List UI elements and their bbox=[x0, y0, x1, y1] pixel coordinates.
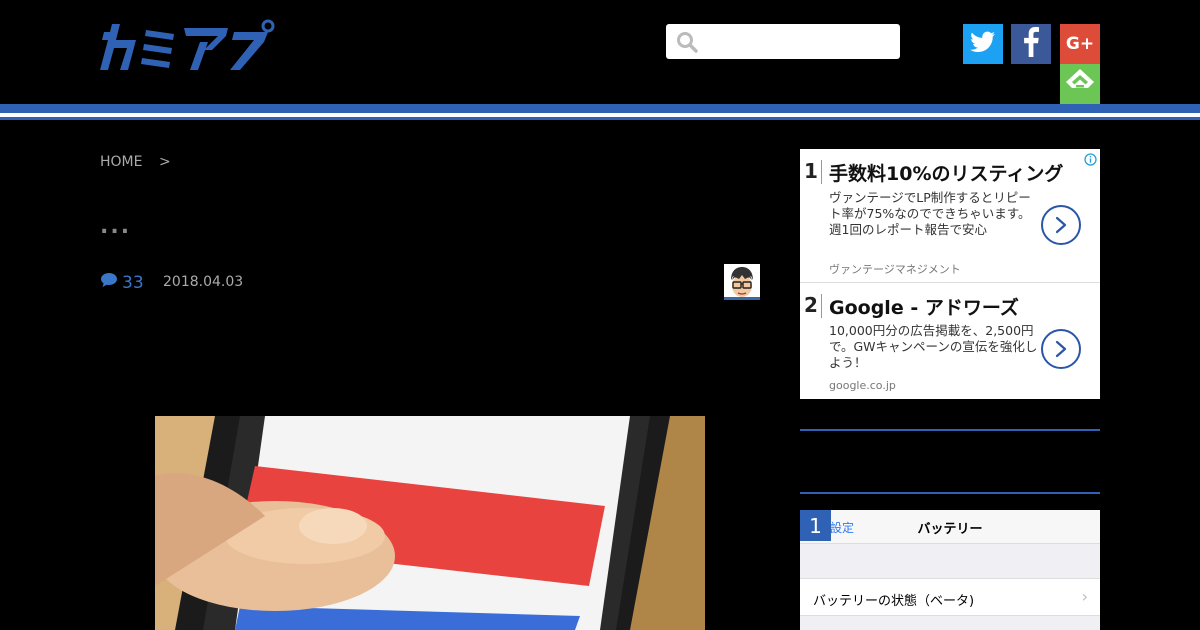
article-hero-image bbox=[155, 416, 705, 630]
feedly-button[interactable] bbox=[1060, 64, 1100, 104]
comment-count-link[interactable]: 33 bbox=[100, 272, 144, 293]
ad-info-icon[interactable] bbox=[1084, 151, 1097, 170]
breadcrumb-separator: > bbox=[158, 154, 171, 170]
twitter-share-button[interactable] bbox=[963, 24, 1003, 64]
article-title: ... bbox=[100, 214, 132, 239]
publish-date: 2018.04.03 bbox=[163, 274, 244, 290]
ad-item-number: 1 bbox=[804, 159, 818, 183]
ad-item-number: 2 bbox=[804, 293, 818, 317]
ad-item-headline[interactable]: Google - アドワーズ bbox=[829, 293, 1019, 320]
ad-item-source: google.co.jp bbox=[829, 379, 896, 392]
ad-item-arrow-button[interactable] bbox=[1041, 329, 1081, 369]
thumbnail-row-label: バッテリーの状態（ベータ) bbox=[813, 594, 975, 609]
ad-item-description: ヴァンテージでLP制作するとリピート率が75%なのでできちゃいます。週1回のレポ… bbox=[829, 190, 1031, 237]
chevron-right-icon bbox=[1055, 340, 1067, 358]
ad-separator bbox=[800, 282, 1100, 283]
breadcrumb-home-link[interactable]: HOME bbox=[100, 154, 142, 170]
ad-item-source: ヴァンテージマネジメント bbox=[829, 263, 961, 276]
thumbnail-nav-title: バッテリー bbox=[917, 522, 983, 537]
breadcrumb: HOME > bbox=[100, 154, 171, 170]
facebook-icon bbox=[1023, 27, 1039, 61]
ad-item-headline[interactable]: 手数料10%のリスティング bbox=[829, 159, 1063, 186]
feedly-icon bbox=[1065, 68, 1095, 100]
ranking-bottom-rule bbox=[800, 492, 1100, 494]
search-icon bbox=[676, 31, 698, 57]
sponsored-ad[interactable]: 1 手数料10%のリスティング ヴァンテージでLP制作するとリピート率が75%な… bbox=[800, 149, 1100, 399]
site-logo[interactable] bbox=[100, 18, 275, 78]
ad-item-divider bbox=[821, 294, 822, 318]
author-avatar[interactable] bbox=[724, 264, 760, 300]
ad-item-divider bbox=[821, 160, 822, 184]
ranking-top-rule bbox=[800, 429, 1100, 431]
twitter-icon bbox=[970, 31, 996, 57]
ranking-badge: 1 bbox=[800, 510, 831, 541]
googleplus-share-button[interactable]: G+ bbox=[1060, 24, 1100, 64]
header-stripe bbox=[0, 104, 1200, 113]
facebook-share-button[interactable] bbox=[1011, 24, 1051, 64]
site-header: G+ bbox=[0, 0, 1200, 104]
ranking-item-thumbnail[interactable]: 設定 バッテリー バッテリーの状態（ベータ) › bbox=[800, 510, 1100, 630]
search-input[interactable] bbox=[666, 24, 900, 59]
thumbnail-nav-bar: 設定 バッテリー bbox=[800, 510, 1100, 544]
thumbnail-settings-row: バッテリーの状態（ベータ) › bbox=[800, 578, 1100, 616]
comment-count: 33 bbox=[122, 272, 144, 293]
ad-item-arrow-button[interactable] bbox=[1041, 205, 1081, 245]
header-stripe-bottom bbox=[0, 117, 1200, 120]
ad-item-description: 10,000円分の広告掲載を、2,500円で。GWキャンペーンの宣伝を強化しよう… bbox=[829, 323, 1038, 370]
comment-icon bbox=[100, 272, 122, 293]
chevron-right-icon: › bbox=[1081, 587, 1088, 606]
chevron-right-icon bbox=[1055, 216, 1067, 234]
